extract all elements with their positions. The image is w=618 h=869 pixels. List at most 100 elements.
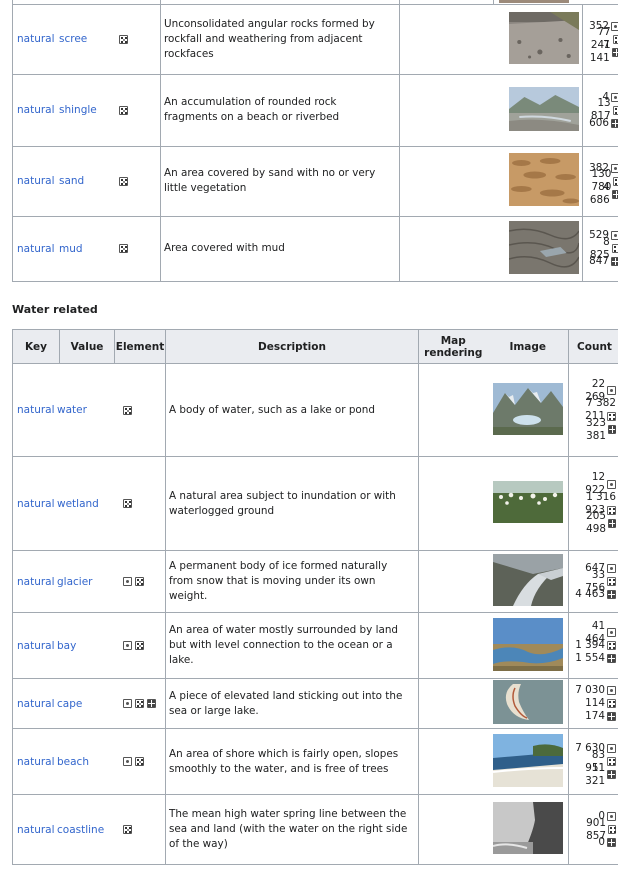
image-cell xyxy=(487,550,569,613)
count-cell: 647 33 756 4 463 xyxy=(568,550,618,613)
key-link[interactable]: natural xyxy=(13,243,59,255)
area-icon xyxy=(119,34,128,44)
table-row: natural coastline The mean high water spri… xyxy=(12,794,618,865)
value-link[interactable]: coastline xyxy=(57,824,119,836)
rel-icon xyxy=(607,712,616,721)
table-row: natural shingle An accumulation of rounded… xyxy=(12,73,618,147)
node-icon xyxy=(611,231,618,240)
key-value-cell: natural scree xyxy=(12,3,161,75)
image-wetland[interactable] xyxy=(492,481,563,523)
key-value-cell: natural mud xyxy=(12,215,161,282)
rel-icon xyxy=(607,770,616,779)
element-icons xyxy=(119,757,144,766)
key-value-cell: natural glacier xyxy=(12,550,166,613)
area-icon xyxy=(135,699,144,708)
value-link[interactable]: scree xyxy=(59,33,115,45)
key-link[interactable]: natural xyxy=(13,175,59,187)
image-glacier[interactable] xyxy=(492,554,563,606)
table-row: natural glacier A permanent body of ice fo… xyxy=(12,550,618,613)
key-link[interactable]: natural xyxy=(13,824,57,836)
image-cell xyxy=(487,794,569,865)
count-value: 4 463 xyxy=(575,588,605,600)
node-icon xyxy=(611,163,618,173)
count-value: 174 xyxy=(585,710,605,722)
rel-icon xyxy=(607,590,616,599)
count-value: 1 316 xyxy=(586,490,616,503)
count-line: 13 817 xyxy=(583,97,618,122)
image-bay[interactable] xyxy=(492,617,563,671)
area-icon xyxy=(119,105,128,115)
header-element[interactable]: Element xyxy=(114,329,166,364)
key-link[interactable]: natural xyxy=(13,498,57,510)
image-cell xyxy=(493,215,583,282)
image-beach[interactable] xyxy=(492,733,563,787)
description-cell: An accumulation of rounded rock fragment… xyxy=(160,73,400,147)
header-count[interactable]: Count xyxy=(568,329,618,364)
water-table: Key Value Element Description Map render… xyxy=(12,329,618,865)
image-mud[interactable] xyxy=(508,220,580,274)
element-icons xyxy=(115,244,128,253)
value-link[interactable]: bay xyxy=(57,640,119,652)
count-value: 606 xyxy=(589,116,609,129)
table-header-row: Key Value Element Description Map render… xyxy=(12,329,618,364)
key-link[interactable]: natural xyxy=(13,756,57,768)
count-value: 0 xyxy=(598,836,605,848)
description-cell: An area of shore which is fairly open, s… xyxy=(165,728,419,795)
area-icon xyxy=(119,244,128,253)
table-row: natural wetland A natural area subject to … xyxy=(12,456,618,551)
map-rendering-cell xyxy=(418,728,488,795)
map-rendering-cell xyxy=(418,794,488,865)
node-icon xyxy=(123,699,132,708)
value-link[interactable]: wetland xyxy=(57,498,119,510)
value-link[interactable]: beach xyxy=(57,756,119,768)
way-icon xyxy=(607,412,616,421)
value-link[interactable]: glacier xyxy=(57,576,119,588)
key-link[interactable]: natural xyxy=(13,104,59,116)
count-cell: 529 8 825 847 xyxy=(582,215,618,282)
header-map-rendering[interactable]: Map rendering xyxy=(418,329,488,364)
area-icon xyxy=(123,405,132,415)
image-shingle[interactable] xyxy=(509,86,579,131)
key-link[interactable]: natural xyxy=(13,698,57,710)
node-icon xyxy=(611,92,618,102)
value-link[interactable]: cape xyxy=(57,698,119,710)
header-description[interactable]: Description xyxy=(165,329,419,364)
count-line: 174 xyxy=(569,710,616,723)
header-key[interactable]: Key xyxy=(12,329,60,364)
key-link[interactable]: natural xyxy=(13,33,59,45)
area-icon xyxy=(123,499,132,508)
element-icons xyxy=(119,405,132,415)
image-sand[interactable] xyxy=(509,153,579,206)
key-link[interactable]: natural xyxy=(13,576,57,588)
node-icon xyxy=(607,386,616,395)
image-cell xyxy=(487,612,569,679)
count-line: 901 857 xyxy=(569,817,616,842)
image-cape[interactable] xyxy=(492,680,563,724)
image-water[interactable] xyxy=(492,382,563,435)
node-icon xyxy=(607,564,616,573)
count-cell: 352 77 241 7 141 xyxy=(582,3,618,75)
value-link[interactable]: sand xyxy=(59,175,115,187)
count-value: 7 030 xyxy=(575,684,605,696)
element-icons xyxy=(119,499,132,508)
key-link[interactable]: natural xyxy=(13,640,57,652)
image-scree[interactable] xyxy=(509,11,579,64)
image-coastline[interactable] xyxy=(492,802,563,854)
element-icons xyxy=(119,641,144,650)
terrain-table-wrap: natural scree Unconsolidated angular rocks… xyxy=(12,0,618,282)
value-link[interactable]: shingle xyxy=(59,104,115,116)
value-link[interactable]: mud xyxy=(59,243,115,255)
table-row: natural bay An area of water mostly surrou… xyxy=(12,612,618,679)
header-image[interactable]: Image xyxy=(487,329,569,364)
value-link[interactable]: water xyxy=(57,404,119,416)
image-cell xyxy=(487,728,569,795)
element-icons xyxy=(119,699,156,708)
key-value-cell: natural beach xyxy=(12,728,166,795)
map-rendering-cell xyxy=(399,3,494,75)
table-row: natural sand An area covered by sand with … xyxy=(12,145,618,217)
rel-icon xyxy=(611,257,618,266)
key-link[interactable]: natural xyxy=(13,404,57,416)
count-line: 606 xyxy=(583,117,618,130)
header-value[interactable]: Value xyxy=(59,329,115,364)
key-value-cell: natural wetland xyxy=(12,456,166,551)
